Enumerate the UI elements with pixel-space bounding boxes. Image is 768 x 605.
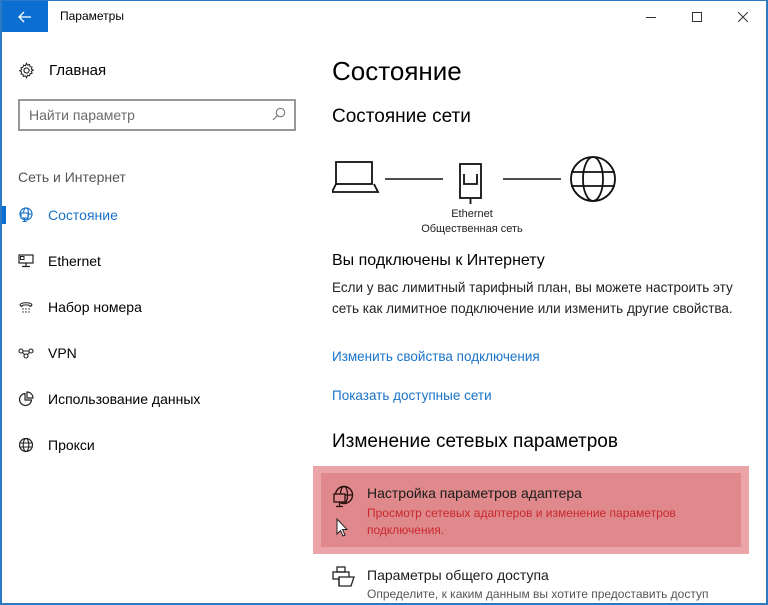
close-icon (738, 11, 748, 22)
sidebar-item-vpn[interactable]: VPN (2, 333, 302, 373)
adapter-name: Ethernet (451, 208, 493, 220)
network-type: Общественная сеть (421, 223, 523, 235)
change-settings-heading: Изменение сетевых параметров (332, 431, 618, 452)
ethernet-icon (18, 254, 34, 268)
sidebar: Главная Сеть и Интернет Состояние (2, 32, 312, 603)
network-adapter-icon (333, 485, 354, 508)
minimize-icon (646, 16, 656, 18)
sharing-icon (332, 566, 355, 587)
home-label: Главная (49, 62, 107, 79)
ethernet-adapter-icon (459, 163, 482, 204)
gear-icon (18, 62, 35, 79)
sidebar-item-label: Набор номера (48, 299, 142, 315)
option-subtitle: Просмотр сетевых адаптеров и изменение п… (367, 506, 676, 537)
adapter-options-item[interactable]: Настройка параметров адаптера Просмотр с… (332, 483, 732, 543)
computer-icon (332, 161, 380, 193)
show-available-networks-link[interactable]: Показать доступные сети (332, 388, 492, 403)
vpn-icon (18, 348, 34, 359)
page-title: Состояние (332, 56, 462, 86)
network-status-icon (19, 207, 33, 223)
settings-window: Параметры Главная Сеть и Интернет (0, 0, 768, 605)
window-title: Параметры (60, 9, 124, 23)
network-status-heading: Состояние сети (332, 106, 471, 127)
sidebar-item-label: VPN (48, 345, 77, 361)
maximize-button[interactable] (674, 1, 720, 32)
adapter-info: Ethernet Общественная сеть (332, 207, 612, 237)
sidebar-item-dial-up[interactable]: Набор номера (2, 287, 302, 327)
sidebar-item-data-usage[interactable]: Использование данных (2, 379, 302, 419)
data-usage-icon (18, 391, 34, 407)
active-indicator (2, 206, 6, 224)
mouse-cursor-icon (336, 518, 348, 537)
search-box[interactable] (18, 99, 296, 131)
sidebar-item-proxy[interactable]: Прокси (2, 425, 302, 465)
back-arrow-icon (18, 11, 31, 22)
back-button[interactable] (2, 1, 48, 32)
search-input[interactable] (20, 101, 260, 129)
sidebar-item-label: Использование данных (48, 391, 201, 407)
section-label: Сеть и Интернет (18, 169, 126, 185)
sidebar-item-status[interactable]: Состояние (2, 195, 302, 235)
sidebar-item-label: Прокси (48, 437, 95, 453)
globe-icon (18, 437, 34, 453)
maximize-icon (692, 11, 702, 22)
minimize-button[interactable] (628, 1, 674, 32)
connected-heading: Вы подключены к Интернету (332, 252, 545, 269)
search-icon (272, 107, 286, 121)
sidebar-item-ethernet[interactable]: Ethernet (2, 241, 302, 281)
internet-globe-icon (570, 156, 616, 202)
sidebar-item-label: Ethernet (48, 253, 101, 269)
change-connection-properties-link[interactable]: Изменить свойства подключения (332, 349, 540, 364)
home-link[interactable]: Главная (18, 62, 106, 79)
dial-up-icon (19, 302, 33, 313)
connected-description: Если у вас лимитный тарифный план, вы мо… (332, 280, 733, 316)
option-title: Параметры общего доступа (367, 567, 549, 583)
option-subtitle: Определите, к каким данным вы хотите пре… (367, 587, 709, 601)
title-bar: Параметры (2, 1, 766, 32)
sidebar-item-label: Состояние (48, 207, 118, 223)
option-title: Настройка параметров адаптера (367, 485, 582, 501)
sharing-options-item[interactable]: Параметры общего доступа Определите, к к… (332, 563, 752, 603)
close-button[interactable] (720, 1, 766, 32)
